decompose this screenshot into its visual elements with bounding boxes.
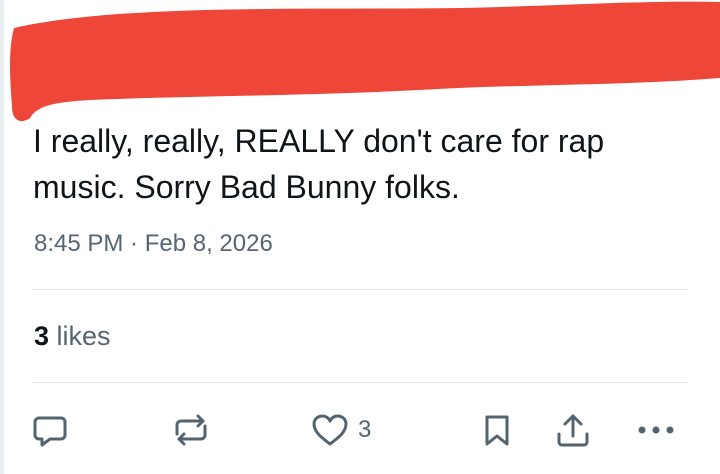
divider bbox=[33, 382, 687, 383]
share-icon bbox=[557, 414, 589, 447]
more-button[interactable] bbox=[634, 408, 688, 452]
likes-count: 3 bbox=[34, 321, 50, 351]
heart-icon bbox=[312, 414, 348, 446]
repost-icon bbox=[175, 414, 207, 446]
repost-button[interactable] bbox=[170, 408, 212, 452]
divider bbox=[33, 289, 687, 290]
share-button[interactable] bbox=[553, 408, 593, 452]
redaction-mark bbox=[10, 1, 720, 122]
reply-icon bbox=[33, 416, 67, 447]
likes-stat[interactable]: 3 likes bbox=[34, 318, 111, 354]
likes-label: likes bbox=[56, 321, 111, 351]
bookmark-icon bbox=[485, 415, 509, 446]
like-button[interactable]: 3 bbox=[310, 408, 371, 452]
reply-button[interactable] bbox=[30, 408, 70, 452]
like-count: 3 bbox=[358, 416, 372, 443]
bookmark-button[interactable] bbox=[477, 408, 517, 452]
post-text: I really, really, REALLY don't care for … bbox=[33, 123, 605, 205]
post-timestamp[interactable]: 8:45 PM · Feb 8, 2026 bbox=[34, 226, 273, 262]
more-icon bbox=[638, 426, 674, 434]
